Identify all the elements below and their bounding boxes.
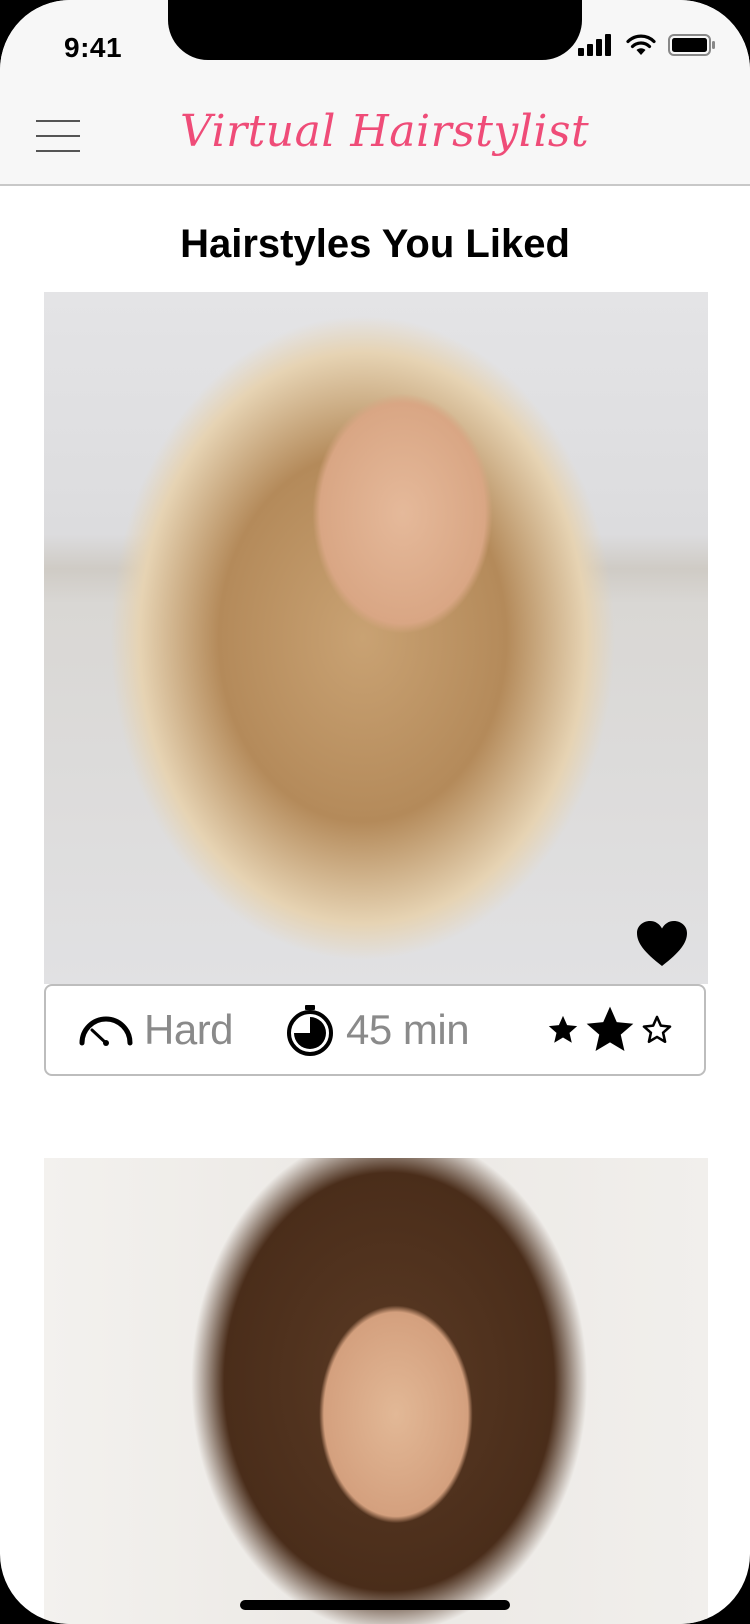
battery-icon [668, 34, 715, 56]
page-title: Hairstyles You Liked [180, 222, 570, 266]
screen: 9:41 Virtual Hairstylist Hairstyles You … [0, 0, 750, 1624]
duration-indicator: 45 min [284, 986, 470, 1074]
status-time: 9:41 [64, 32, 123, 63]
star-rating [546, 986, 674, 1074]
duration-label: 45 min [346, 1006, 470, 1053]
status-icons [578, 34, 716, 56]
app-title: Virtual Hairstylist [180, 106, 590, 157]
star-outline-icon [642, 1015, 672, 1044]
star-icon [548, 1015, 578, 1043]
stopwatch-icon [287, 1005, 333, 1056]
difficulty-label: Hard [144, 1006, 234, 1053]
star-icon [586, 1006, 634, 1051]
hairstyle-photo[interactable] [44, 292, 708, 984]
hairstyle-photo[interactable] [44, 1158, 708, 1624]
speedometer-icon [79, 1016, 133, 1046]
home-indicator [240, 1600, 510, 1610]
hamburger-menu-icon[interactable] [36, 120, 80, 154]
wifi-icon [626, 34, 656, 55]
app-header: Virtual Hairstylist [0, 96, 750, 186]
cellular-signal-icon [578, 34, 611, 56]
heart-icon[interactable] [636, 920, 688, 968]
difficulty-indicator: Hard [78, 986, 234, 1074]
hairstyle-info-bar: Hard 45 min [44, 984, 706, 1076]
device-notch [168, 0, 582, 60]
device-frame: 9:41 Virtual Hairstylist Hairstyles You … [0, 0, 750, 1624]
